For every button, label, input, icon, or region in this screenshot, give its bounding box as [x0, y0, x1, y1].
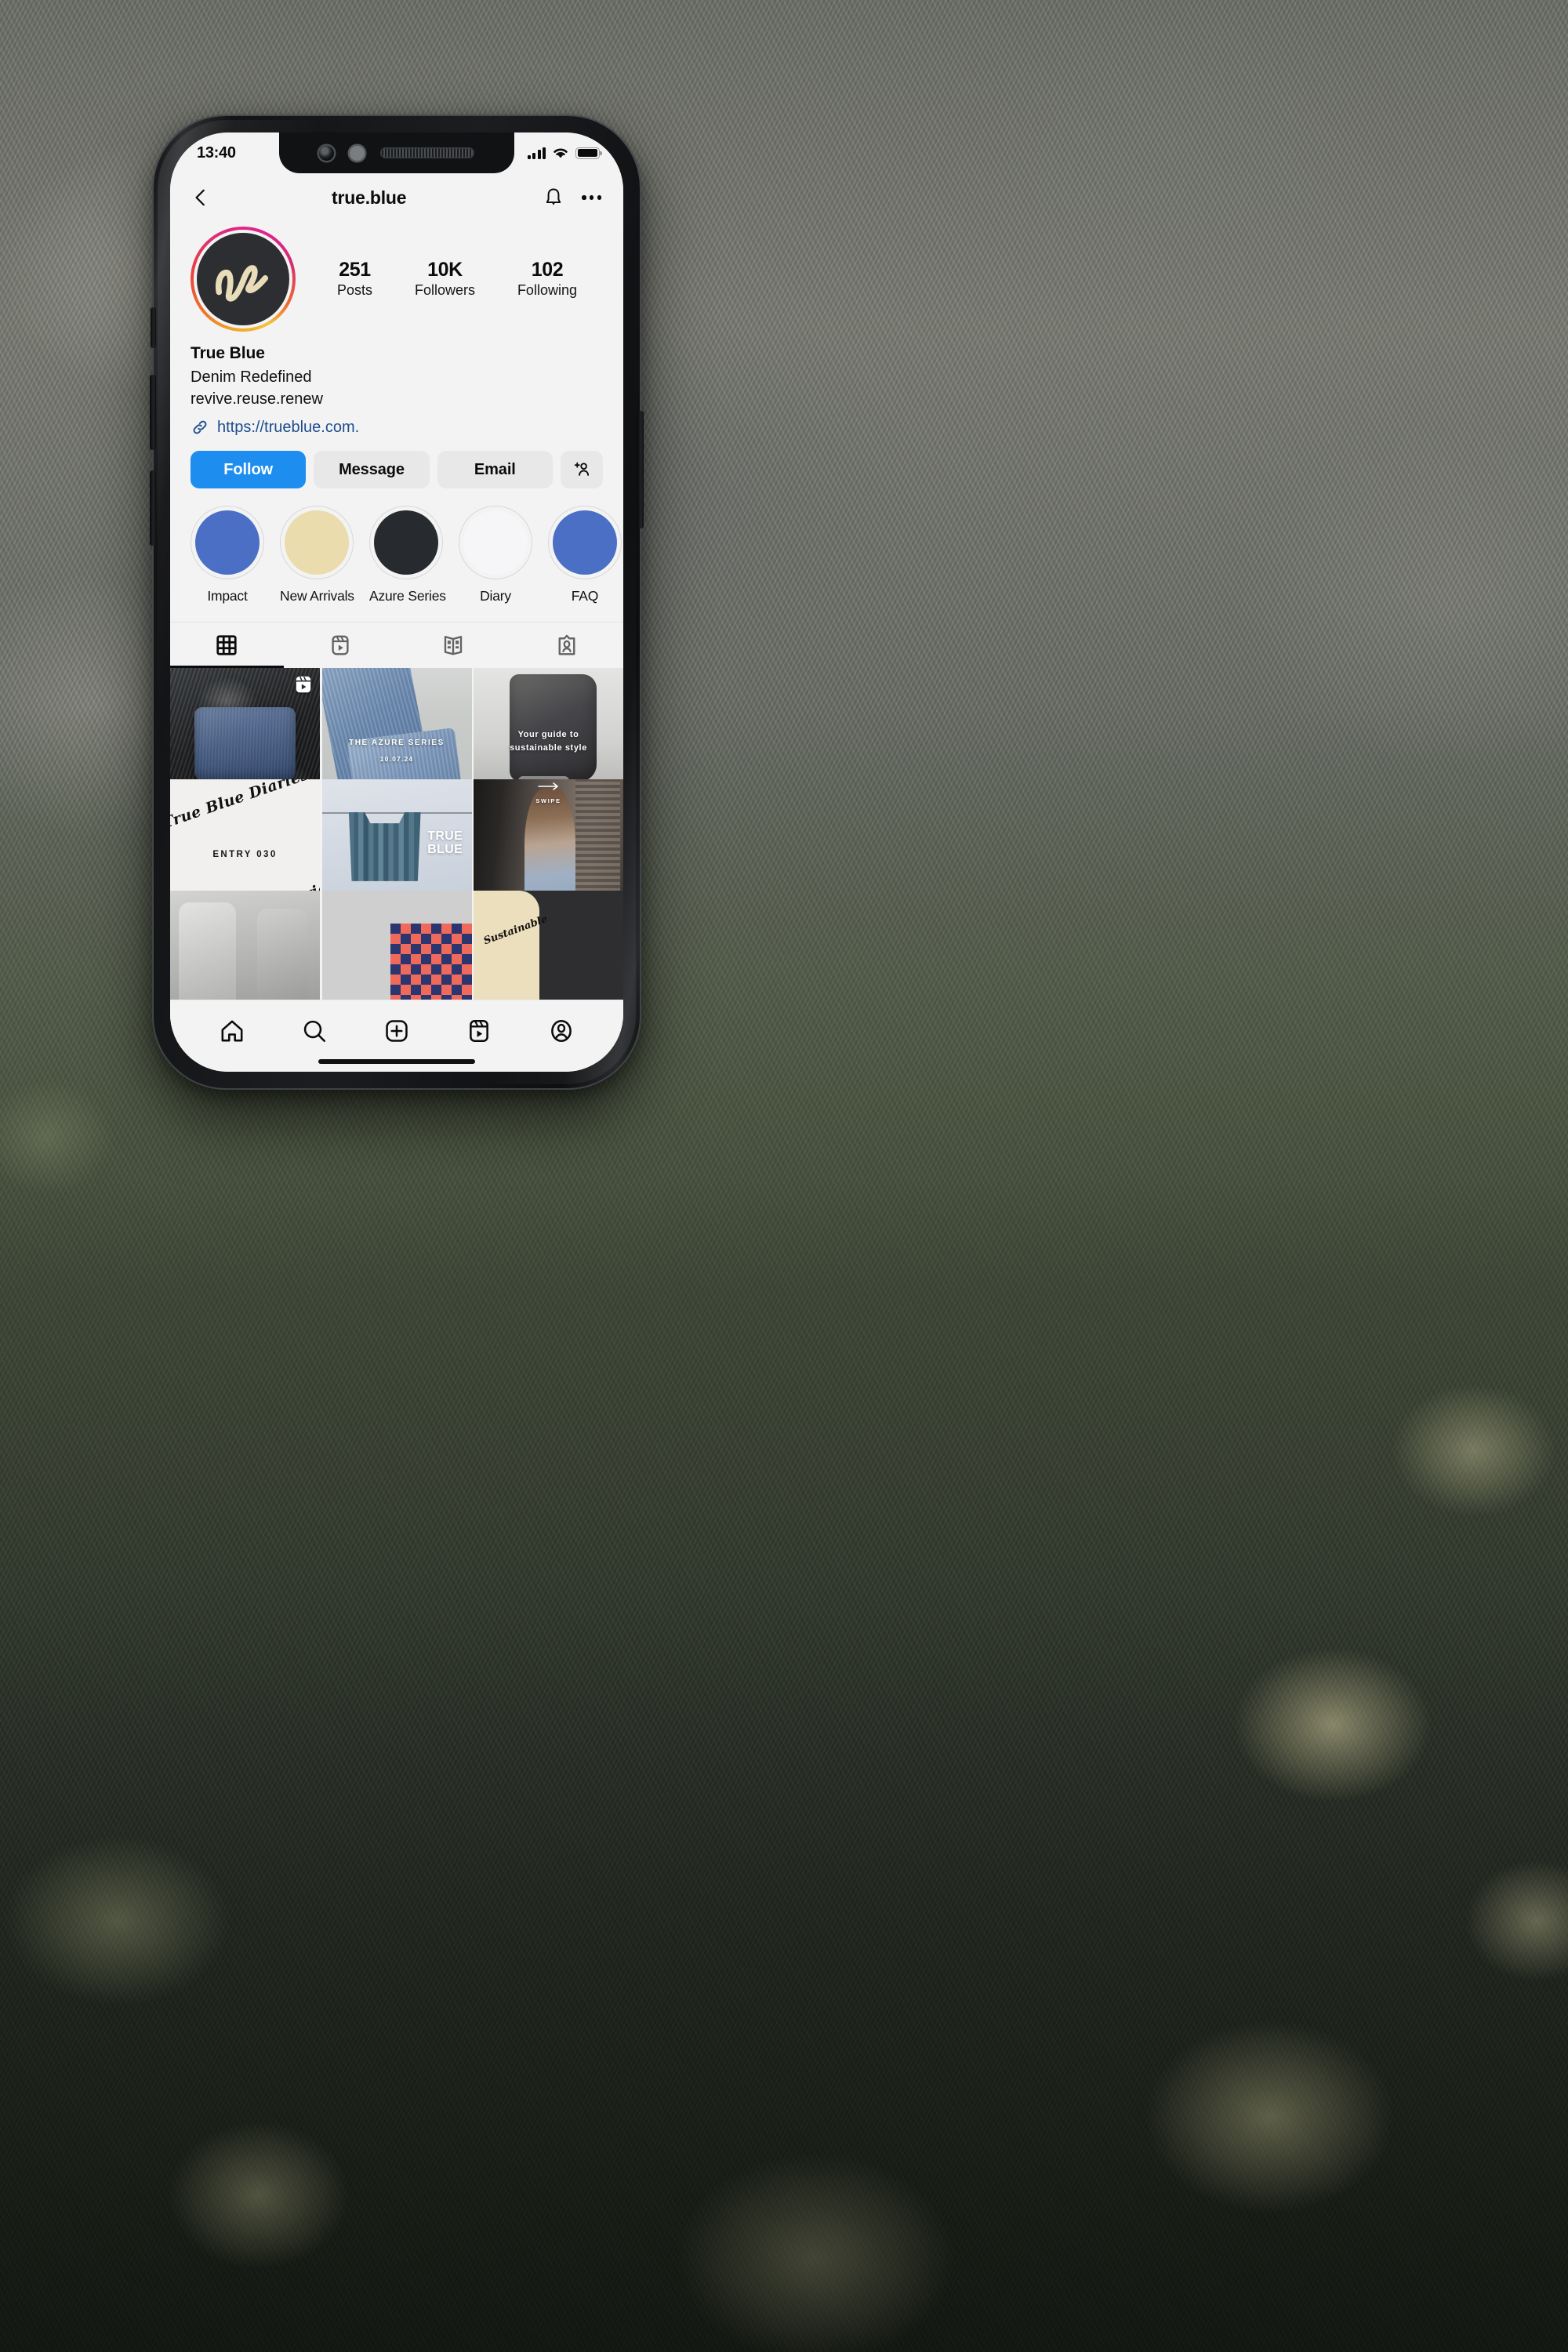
post-image	[474, 890, 623, 1000]
guides-icon	[445, 636, 463, 655]
email-button[interactable]: Email	[437, 451, 553, 489]
stat-following-label: Following	[517, 281, 577, 298]
highlight-new-arrivals[interactable]: New Arrivals	[280, 506, 354, 604]
post-cell-9[interactable]: Sustainable	[474, 890, 623, 1000]
phone-screen: 13:40 true.blue 251 Posts 10K Followers …	[170, 132, 623, 1072]
tab-reels[interactable]	[284, 622, 397, 668]
post-image	[322, 891, 472, 1000]
profile-display-name: True Blue	[191, 344, 265, 362]
bell-icon[interactable]	[543, 187, 564, 209]
stat-followers-value: 10K	[427, 258, 463, 281]
post-caption-date: 10.07.24	[379, 755, 414, 764]
tab-tagged[interactable]	[510, 622, 624, 668]
avatar-inner-gap	[194, 230, 292, 328]
stat-posts[interactable]: 251 Posts	[337, 259, 372, 299]
profile-icon[interactable]	[548, 1018, 575, 1044]
highlight-faq[interactable]: FAQ	[548, 506, 622, 604]
home-indicator	[318, 1059, 475, 1064]
tagged-icon	[558, 634, 575, 655]
stat-posts-value: 251	[339, 258, 371, 281]
add-person-button[interactable]	[560, 451, 603, 489]
profile-link-row[interactable]: https://trueblue.com.	[191, 418, 603, 437]
bio-line-1: Denim Redefined	[191, 368, 312, 386]
post-cell-8[interactable]	[321, 890, 472, 1000]
volume-up-button[interactable]	[150, 375, 156, 450]
earpiece-speaker-icon	[380, 147, 474, 158]
power-button[interactable]	[637, 411, 644, 528]
reels-icon	[296, 676, 311, 693]
battery-full-icon	[575, 147, 602, 159]
profile-topbar: true.blue	[170, 173, 623, 222]
brand-line-1: TRUE	[427, 829, 463, 843]
status-indicators	[527, 147, 602, 159]
post-image	[170, 890, 320, 1000]
highlight-cover	[548, 506, 622, 580]
reels-icon	[332, 635, 349, 655]
stat-following-value: 102	[531, 258, 564, 281]
tab-grid[interactable]	[170, 622, 284, 669]
home-icon[interactable]	[219, 1018, 245, 1044]
story-highlights-row: Impact New Arrivals Azure Series Diary F…	[170, 488, 623, 604]
highlight-cover	[191, 506, 264, 580]
highlight-label: FAQ	[571, 588, 599, 604]
stats-group: 251 Posts 10K Followers 102 Following	[296, 259, 603, 299]
stat-followers-label: Followers	[414, 281, 475, 298]
search-icon[interactable]	[301, 1018, 328, 1044]
stat-following[interactable]: 102 Following	[517, 259, 577, 299]
silent-switch[interactable]	[151, 307, 156, 348]
volume-down-button[interactable]	[150, 470, 156, 546]
add-person-icon	[574, 463, 590, 477]
grid-icon	[216, 635, 237, 655]
highlight-diary[interactable]: Diary	[459, 506, 532, 604]
post-cell-7[interactable]	[170, 890, 320, 1000]
message-button[interactable]: Message	[314, 451, 430, 489]
profile-website-link[interactable]: https://trueblue.com.	[217, 419, 359, 437]
avatar-story-ring[interactable]	[191, 227, 296, 332]
highlight-azure-series[interactable]: Azure Series	[369, 506, 446, 604]
proximity-sensor-icon	[350, 145, 365, 161]
post-caption: ENTRY 030	[212, 849, 278, 859]
highlight-cover	[459, 506, 532, 580]
profile-tabs	[170, 622, 624, 669]
post-grid: THE AZURE SERIES 10.07.24 Your guide to …	[170, 668, 623, 1000]
highlight-impact[interactable]: Impact	[191, 506, 264, 604]
notch	[279, 132, 514, 173]
cellular-signal-icon	[527, 147, 546, 159]
profile-action-buttons: Follow Message Email	[170, 437, 623, 489]
post-caption: Your guide to	[517, 729, 579, 739]
post-caption-swipe: SWIPE	[535, 797, 561, 804]
profile-stats-row: 251 Posts 10K Followers 102 Following	[170, 222, 623, 332]
follow-button[interactable]: Follow	[191, 451, 307, 489]
profile-bio: True Blue Denim Redefined revive.reuse.r…	[170, 332, 623, 437]
status-time: 13:40	[197, 143, 236, 162]
highlight-cover	[369, 506, 443, 580]
create-post-icon[interactable]	[383, 1018, 410, 1044]
swipe-arrow-icon	[537, 782, 558, 791]
link-icon	[193, 420, 207, 434]
highlight-label: Impact	[207, 588, 248, 604]
bio-line-2: revive.reuse.renew	[191, 390, 323, 408]
highlight-cover	[280, 506, 354, 580]
reels-icon[interactable]	[466, 1018, 492, 1044]
phone-mockup: 13:40 true.blue 251 Posts 10K Followers …	[150, 116, 644, 1088]
stat-followers[interactable]: 10K Followers	[415, 259, 475, 299]
highlight-label: New Arrivals	[280, 588, 354, 604]
tab-guides[interactable]	[397, 622, 510, 668]
wifi-icon	[554, 148, 568, 158]
highlight-label: Diary	[480, 588, 511, 604]
front-camera-icon	[319, 145, 334, 161]
post-caption-2: sustainable style	[510, 742, 587, 753]
profile-avatar-logo[interactable]	[197, 233, 289, 325]
page-title: true.blue	[332, 187, 407, 208]
highlight-label: Azure Series	[369, 588, 446, 604]
post-caption: THE AZURE SERIES	[349, 739, 445, 748]
stat-posts-label: Posts	[336, 281, 372, 298]
post-brand-text: TRUE BLUE	[427, 829, 463, 856]
more-options-icon[interactable]	[582, 195, 601, 200]
brand-line-2: BLUE	[427, 842, 463, 856]
instagram-profile-screen: true.blue 251 Posts 10K Followers 102 Fo…	[170, 173, 623, 1072]
